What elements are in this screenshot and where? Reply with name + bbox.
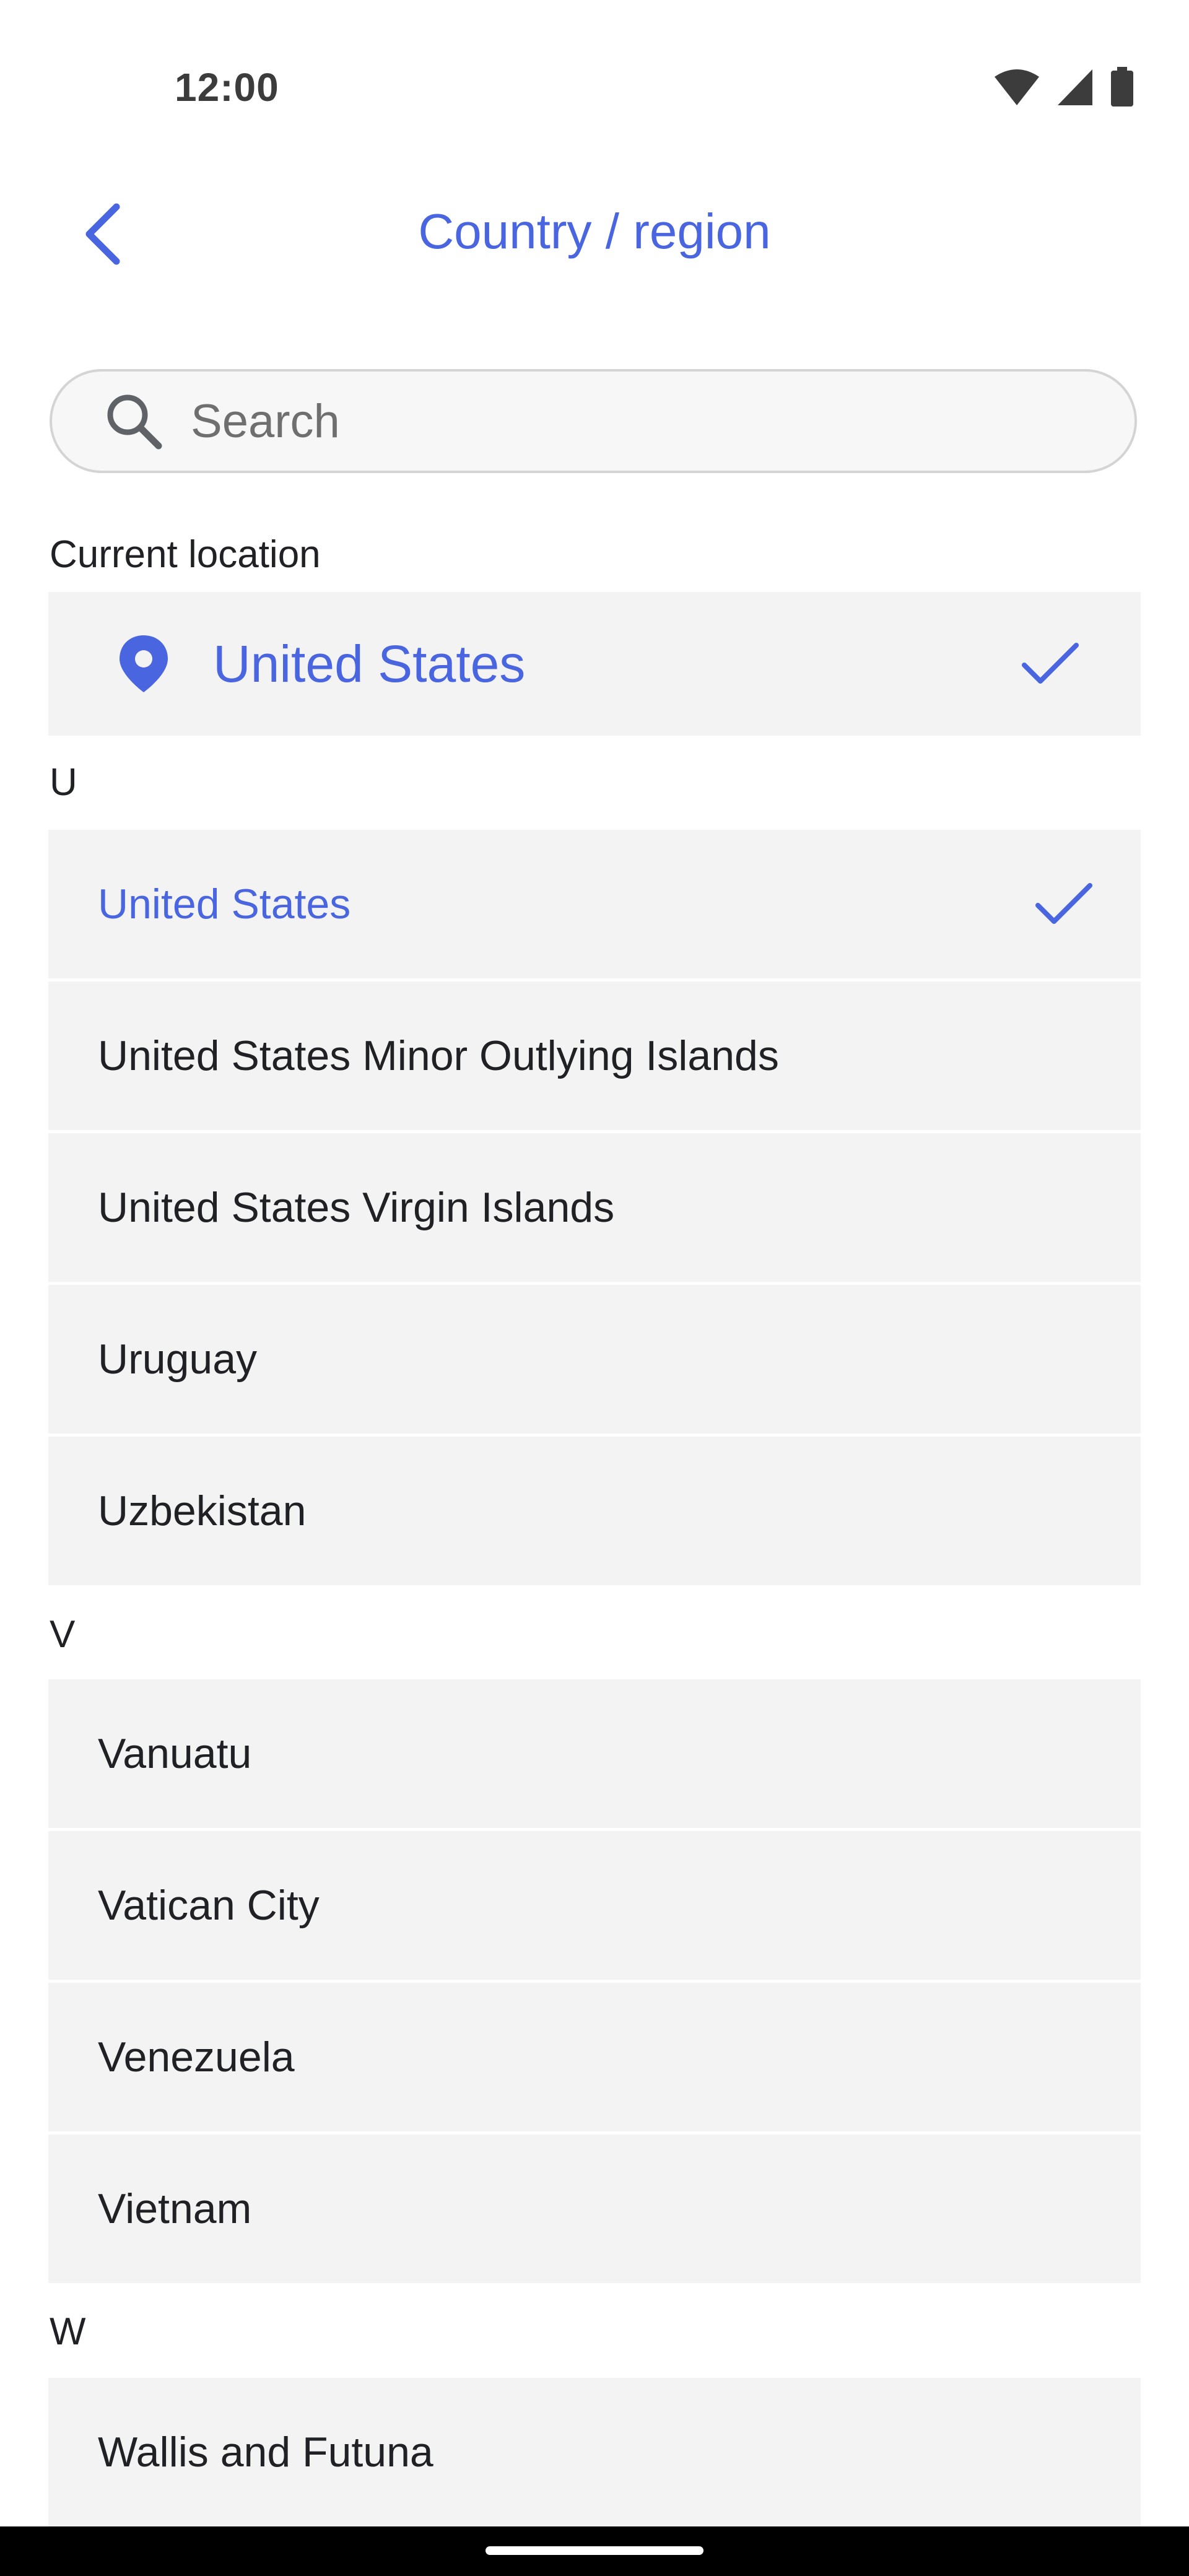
status-time: 12:00 — [175, 65, 279, 110]
country-name: Vatican City — [98, 1882, 320, 1929]
section-letter-w: W — [50, 2310, 86, 2353]
country-name: Uruguay — [98, 1336, 258, 1383]
country-name: United States Virgin Islands — [98, 1184, 615, 1231]
country-name: United States — [98, 881, 351, 928]
country-item-vanuatu[interactable]: Vanuatu — [48, 1679, 1141, 1828]
country-item-uzbekistan[interactable]: Uzbekistan — [48, 1437, 1141, 1585]
country-name: Wallis and Futuna — [98, 2429, 433, 2476]
back-button[interactable] — [68, 198, 136, 272]
country-item-venezuela[interactable]: Venezuela — [48, 1983, 1141, 2131]
status-icons — [993, 67, 1135, 111]
search-input[interactable] — [189, 393, 1059, 449]
country-item-vietnam[interactable]: Vietnam — [48, 2134, 1141, 2283]
current-location-label: Current location — [50, 533, 321, 576]
section-letter-v: V — [50, 1613, 76, 1656]
check-icon — [1033, 873, 1095, 935]
battery-icon — [1110, 67, 1135, 111]
country-name: Venezuela — [98, 2034, 295, 2081]
section-letter-u: U — [50, 761, 77, 804]
check-icon — [1019, 633, 1081, 695]
current-location-country: United States — [213, 634, 526, 693]
page-title: Country / region — [418, 204, 771, 259]
status-bar: 12:00 — [0, 0, 1189, 136]
search-icon — [103, 390, 165, 452]
chevron-left-icon — [81, 203, 124, 268]
signal-icon — [1056, 68, 1094, 110]
location-pin-icon — [113, 630, 175, 698]
country-name: United States Minor Outlying Islands — [98, 1032, 779, 1079]
country-item-us-virgin-islands[interactable]: United States Virgin Islands — [48, 1133, 1141, 1282]
current-location-item[interactable]: United States — [48, 592, 1141, 736]
navigation-bar — [0, 2526, 1189, 2576]
country-name: Vanuatu — [98, 1730, 252, 1777]
search-bar — [50, 369, 1137, 473]
wifi-icon — [993, 68, 1040, 110]
country-name: Uzbekistan — [98, 1487, 307, 1534]
country-item-wallis-and-futuna[interactable]: Wallis and Futuna — [48, 2378, 1141, 2526]
country-name: Vietnam — [98, 2185, 252, 2232]
country-item-uruguay[interactable]: Uruguay — [48, 1285, 1141, 1434]
app-bar: Country / region — [0, 161, 1189, 310]
country-item-us-minor-outlying-islands[interactable]: United States Minor Outlying Islands — [48, 981, 1141, 1130]
country-item-united-states[interactable]: United States — [48, 830, 1141, 978]
home-gesture-handle[interactable] — [486, 2546, 703, 2555]
country-item-vatican-city[interactable]: Vatican City — [48, 1831, 1141, 1980]
